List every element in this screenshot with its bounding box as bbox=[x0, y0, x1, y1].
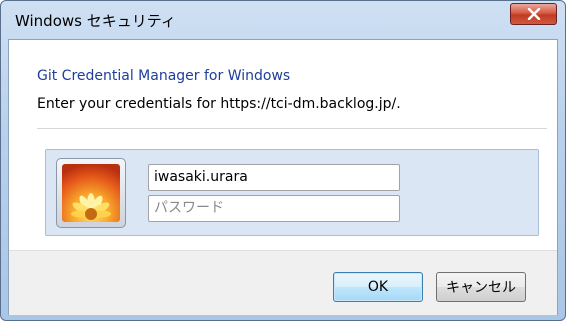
user-tile bbox=[56, 158, 126, 228]
ok-button[interactable]: OK bbox=[333, 272, 423, 302]
username-input[interactable]: iwasaki.urara bbox=[148, 164, 400, 191]
button-footer: OK キャンセル bbox=[9, 250, 557, 315]
credential-dialog-window: Windows セキュリティ Git Credential Manager fo… bbox=[0, 0, 566, 321]
password-input[interactable]: パスワード bbox=[148, 195, 400, 222]
window-title: Windows セキュリティ bbox=[15, 12, 176, 30]
cancel-button[interactable]: キャンセル bbox=[436, 272, 526, 302]
dialog-body: Git Credential Manager for Windows Enter… bbox=[8, 39, 558, 315]
password-placeholder: パスワード bbox=[154, 200, 224, 216]
title-bar[interactable]: Windows セキュリティ bbox=[1, 1, 565, 39]
credential-prompt-text: Enter your credentials for https://tci-d… bbox=[37, 96, 401, 112]
app-name-heading: Git Credential Manager for Windows bbox=[37, 68, 291, 84]
close-icon bbox=[527, 8, 540, 20]
flower-user-tile-icon bbox=[62, 164, 120, 222]
credential-tile-panel: iwasaki.urara パスワード bbox=[45, 149, 539, 236]
close-button[interactable] bbox=[510, 3, 557, 25]
header-separator bbox=[37, 128, 547, 129]
